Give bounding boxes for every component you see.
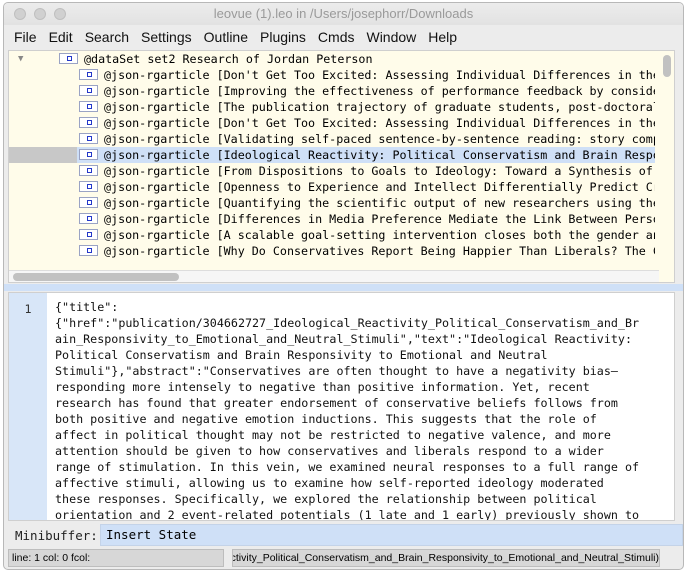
node-icon bbox=[79, 69, 98, 80]
outline-node[interactable]: @json-rgarticle [Why Do Conservatives Re… bbox=[9, 243, 655, 259]
zoom-window-button[interactable] bbox=[54, 8, 66, 20]
row-gutter bbox=[9, 195, 77, 211]
outline-horizontal-scrollbar[interactable] bbox=[13, 273, 179, 281]
menu-help[interactable]: Help bbox=[428, 29, 457, 45]
node-icon bbox=[79, 165, 98, 176]
outline-vertical-scrollbar[interactable] bbox=[663, 55, 671, 77]
pane-splitter[interactable] bbox=[4, 284, 683, 291]
minimize-window-button[interactable] bbox=[34, 8, 46, 20]
status-bar: line: 1 col: 0 fcol: (publication/304662… bbox=[8, 549, 683, 567]
outline-node[interactable]: @json-rgarticle [Ideological Reactivity:… bbox=[9, 147, 655, 163]
minibuffer: Minibuffer: Insert State bbox=[8, 523, 683, 547]
status-path-text: (publication/304662727_Ideological_React… bbox=[232, 552, 659, 564]
outline-horizontal-scrollbar-track[interactable] bbox=[9, 270, 659, 282]
node-headline: @json-rgarticle [The publication traject… bbox=[104, 100, 655, 114]
outline-node[interactable]: @json-rgarticle [A scalable goal-setting… bbox=[9, 227, 655, 243]
node-headline: @json-rgarticle [Don't Get Too Excited: … bbox=[104, 68, 655, 82]
node-headline: @json-rgarticle [Quantifying the scienti… bbox=[104, 196, 655, 210]
row-gutter bbox=[9, 163, 77, 179]
line-number-gutter: 1 bbox=[9, 293, 47, 520]
body-pane[interactable]: 1 {"title": {"href":"publication/3046627… bbox=[8, 292, 675, 521]
row-gutter bbox=[9, 147, 77, 163]
node-icon bbox=[79, 181, 98, 192]
window-title: leovue (1).leo in /Users/josephorr/Downl… bbox=[213, 6, 474, 21]
node-icon bbox=[79, 229, 98, 240]
outline-node[interactable]: @json-rgarticle [Differences in Media Pr… bbox=[9, 211, 655, 227]
outline-pane: ▼ @dataSet set2 Research of Jordan Peter… bbox=[8, 50, 675, 283]
menu-edit[interactable]: Edit bbox=[49, 29, 73, 45]
node-headline: @json-rgarticle [Differences in Media Pr… bbox=[104, 212, 655, 226]
outline-node[interactable]: @json-rgarticle [Quantifying the scienti… bbox=[9, 195, 655, 211]
status-position: line: 1 col: 0 fcol: bbox=[8, 549, 224, 567]
node-headline: @dataSet set2 Research of Jordan Peterso… bbox=[84, 52, 373, 66]
row-gutter bbox=[9, 83, 77, 99]
outline-root-node[interactable]: ▼ @dataSet set2 Research of Jordan Peter… bbox=[9, 51, 655, 67]
node-icon bbox=[79, 101, 98, 112]
minibuffer-input[interactable]: Insert State bbox=[100, 524, 683, 546]
menu-window[interactable]: Window bbox=[366, 29, 416, 45]
row-gutter bbox=[9, 115, 77, 131]
outline-node[interactable]: @json-rgarticle [Validating self-paced s… bbox=[9, 131, 655, 147]
node-headline: @json-rgarticle [Openness to Experience … bbox=[104, 180, 655, 194]
expand-triangle-icon[interactable]: ▼ bbox=[18, 51, 23, 67]
menu-file[interactable]: File bbox=[14, 29, 37, 45]
node-headline: @json-rgarticle [Don't Get Too Excited: … bbox=[104, 116, 655, 130]
node-headline: @json-rgarticle [From Dispositions to Go… bbox=[104, 164, 655, 178]
node-icon bbox=[59, 53, 78, 64]
node-headline: @json-rgarticle [Why Do Conservatives Re… bbox=[104, 244, 655, 258]
node-icon bbox=[79, 245, 98, 256]
node-headline: @json-rgarticle [Validating self-paced s… bbox=[104, 132, 655, 146]
row-gutter bbox=[9, 179, 77, 195]
menu-cmds[interactable]: Cmds bbox=[318, 29, 355, 45]
app-window: leovue (1).leo in /Users/josephorr/Downl… bbox=[3, 2, 684, 570]
outline-node[interactable]: @json-rgarticle [From Dispositions to Go… bbox=[9, 163, 655, 179]
row-gutter bbox=[9, 227, 77, 243]
row-gutter bbox=[9, 67, 77, 83]
menu-outline[interactable]: Outline bbox=[204, 29, 248, 45]
row-gutter bbox=[9, 131, 77, 147]
menu-search[interactable]: Search bbox=[85, 29, 129, 45]
outline-node[interactable]: @json-rgarticle [The publication traject… bbox=[9, 99, 655, 115]
status-path: (publication/304662727_Ideological_React… bbox=[232, 549, 660, 567]
node-headline: @json-rgarticle [A scalable goal-setting… bbox=[104, 228, 655, 242]
row-gutter bbox=[9, 99, 77, 115]
close-window-button[interactable] bbox=[14, 8, 26, 20]
outline-node[interactable]: @json-rgarticle [Don't Get Too Excited: … bbox=[9, 67, 655, 83]
minibuffer-label: Minibuffer: bbox=[15, 527, 98, 543]
title-bar: leovue (1).leo in /Users/josephorr/Downl… bbox=[4, 3, 683, 25]
node-icon bbox=[79, 213, 98, 224]
node-headline: @json-rgarticle [Ideological Reactivity:… bbox=[104, 148, 655, 162]
row-gutter bbox=[9, 211, 77, 227]
menu-settings[interactable]: Settings bbox=[141, 29, 192, 45]
body-text[interactable]: {"title": {"href":"publication/304662727… bbox=[55, 299, 639, 520]
menu-bar: File Edit Search Settings Outline Plugin… bbox=[4, 25, 683, 49]
node-icon bbox=[79, 149, 98, 160]
menu-plugins[interactable]: Plugins bbox=[260, 29, 306, 45]
outline-node[interactable]: @json-rgarticle [Openness to Experience … bbox=[9, 179, 655, 195]
node-icon bbox=[79, 197, 98, 208]
outline-node[interactable]: @json-rgarticle [Improving the effective… bbox=[9, 83, 655, 99]
outline-node[interactable]: @json-rgarticle [Don't Get Too Excited: … bbox=[9, 115, 655, 131]
node-icon bbox=[79, 85, 98, 96]
node-icon bbox=[79, 117, 98, 128]
node-headline: @json-rgarticle [Improving the effective… bbox=[104, 84, 655, 98]
node-icon bbox=[79, 133, 98, 144]
row-gutter bbox=[9, 243, 77, 259]
